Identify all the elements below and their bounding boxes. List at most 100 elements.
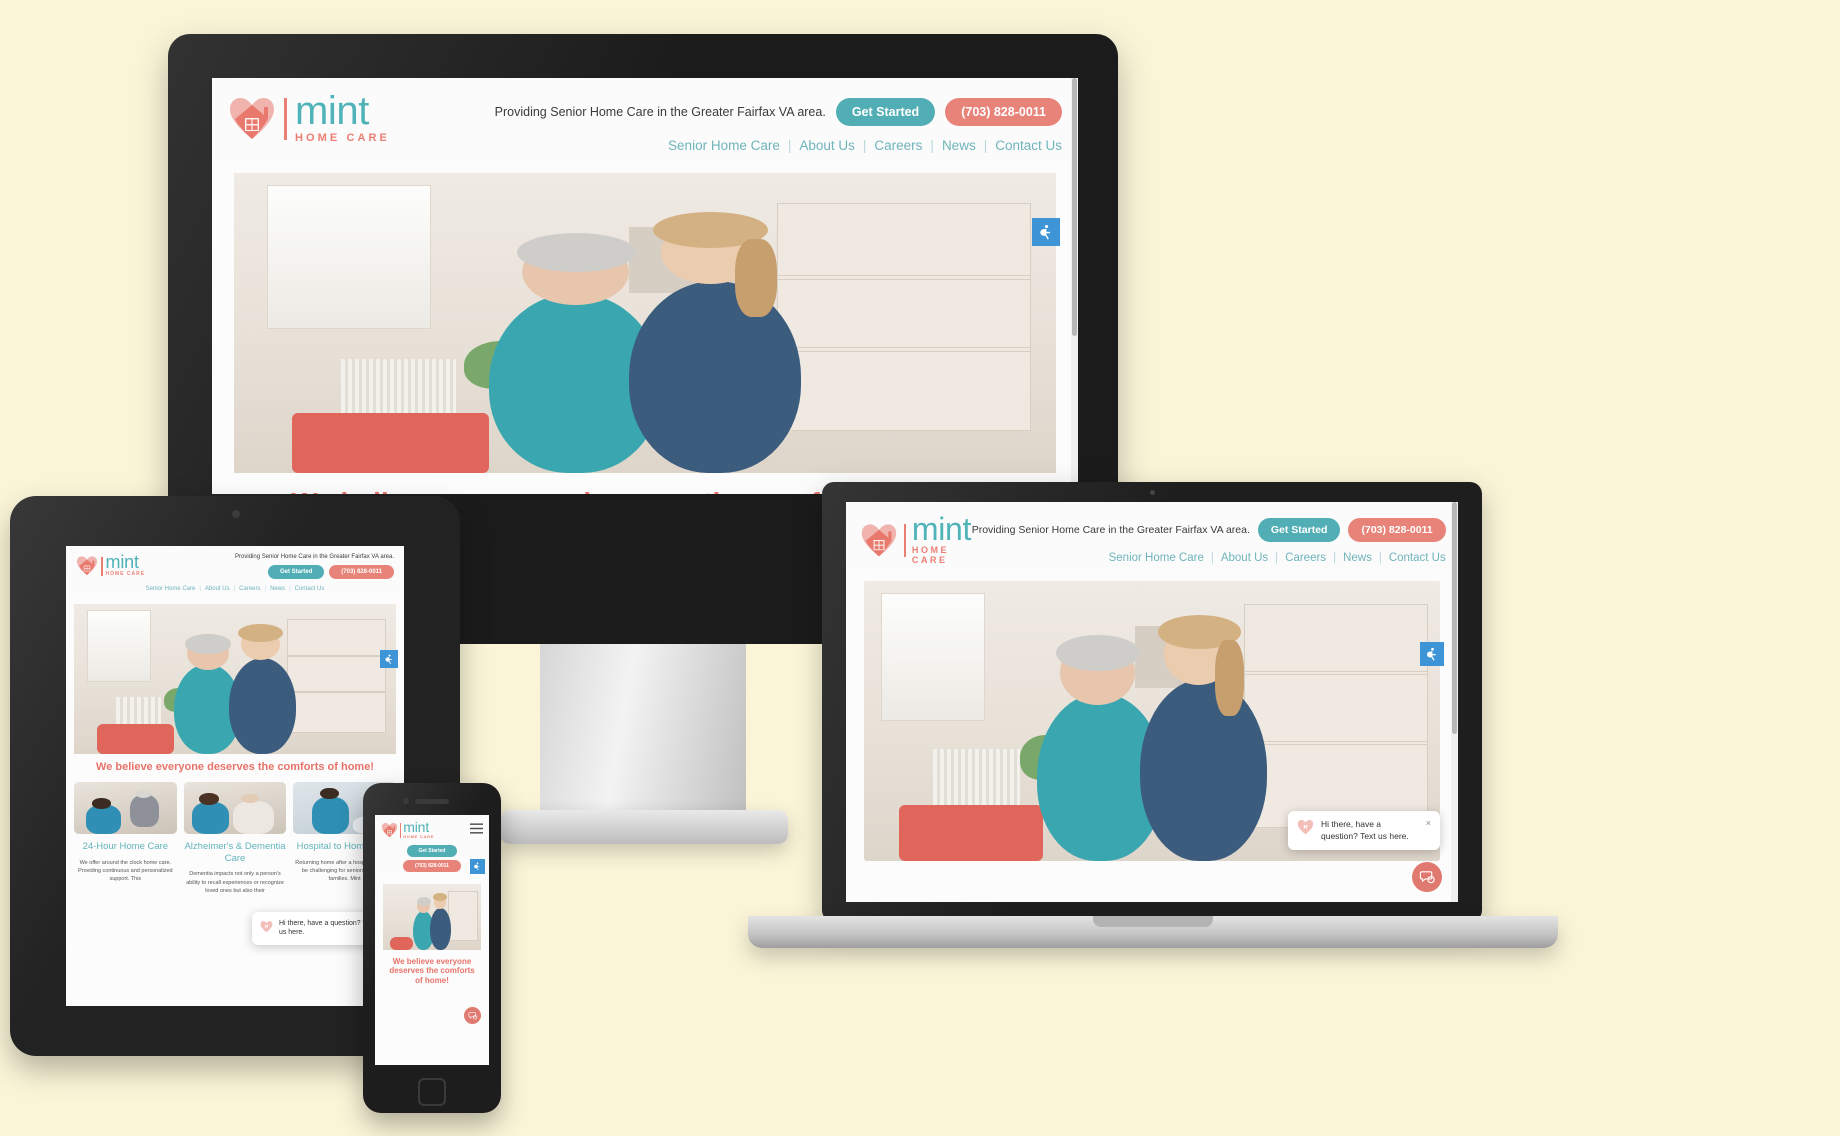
- monitor-base: [500, 810, 788, 844]
- chat-bubble-icon: [1419, 870, 1435, 883]
- get-started-button[interactable]: Get Started: [267, 565, 325, 579]
- service-card-title: Alzheimer's & Dementia Care: [184, 840, 286, 864]
- hamburger-menu-icon[interactable]: [470, 821, 483, 839]
- close-icon[interactable]: ×: [1426, 819, 1431, 828]
- nav-item-senior-home-care[interactable]: Senior Home Care: [146, 586, 196, 592]
- logo-laptop[interactable]: mint HOME CARE: [860, 511, 972, 566]
- site-header-tablet: mint HOME CARE Providing Senior Home Car…: [66, 546, 404, 598]
- get-started-button[interactable]: Get Started: [835, 98, 936, 126]
- nav-item-senior-home-care[interactable]: Senior Home Care: [1109, 552, 1204, 564]
- accessibility-button-laptop[interactable]: [1420, 642, 1444, 666]
- site-header-laptop: mint HOME CARE Providing Senior Home Car…: [846, 502, 1458, 572]
- nav-item-careers[interactable]: Careers: [874, 138, 922, 153]
- chat-bubble-laptop[interactable]: Hi there, have a question? Text us here.…: [1288, 811, 1440, 850]
- nav-item-news[interactable]: News: [942, 138, 976, 153]
- nav-separator: |: [264, 586, 267, 592]
- main-nav-desktop: Senior Home Care | About Us | Careers | …: [668, 138, 1062, 153]
- logo-subword: HOME CARE: [295, 132, 390, 144]
- service-card-body: Dementia impacts not only a person's abi…: [186, 871, 284, 894]
- main-nav-laptop: Senior Home Care | About Us | Careers | …: [1109, 552, 1446, 564]
- nav-separator: |: [199, 586, 201, 592]
- nav-item-contact-us[interactable]: Contact Us: [295, 586, 325, 592]
- nav-separator: |: [930, 138, 934, 153]
- logo-divider: [904, 524, 906, 558]
- accessibility-button-phone[interactable]: [470, 859, 485, 874]
- hero-image-phone: [383, 884, 481, 951]
- heart-house-logo-icon: [228, 95, 276, 141]
- nav-separator: |: [289, 586, 291, 592]
- tablet-camera-icon: [232, 510, 240, 518]
- accessibility-button-tablet[interactable]: [380, 650, 398, 668]
- nav-item-news[interactable]: News: [1343, 552, 1372, 564]
- device-laptop: mint HOME CARE Providing Senior Home Car…: [822, 482, 1482, 922]
- wheelchair-accessibility-icon: [384, 654, 392, 664]
- scrollbar-laptop[interactable]: [1451, 502, 1458, 902]
- logo-wordmark: mint HOME CARE: [403, 820, 434, 839]
- nav-item-careers[interactable]: Careers: [1285, 552, 1326, 564]
- site-laptop: mint HOME CARE Providing Senior Home Car…: [846, 502, 1458, 902]
- service-card-body: We offer around the clock home care. Pro…: [78, 859, 173, 883]
- heart-house-logo-icon: [381, 822, 398, 838]
- nav-item-senior-home-care[interactable]: Senior Home Care: [668, 138, 780, 153]
- wheelchair-accessibility-icon: [1426, 647, 1436, 661]
- nav-item-about-us[interactable]: About Us: [1221, 552, 1268, 564]
- monitor-screen: mint HOME CARE Providing Senior Home Car…: [212, 78, 1078, 494]
- chat-launcher-laptop[interactable]: [1412, 862, 1442, 892]
- chat-bubble-message: Hi there, have a question? Text us here.: [1321, 819, 1409, 841]
- hero-headline-phone: We believe everyone deserves the comfort…: [389, 957, 475, 985]
- heart-icon: [260, 921, 273, 933]
- phone-home-button[interactable]: [418, 1078, 446, 1106]
- heart-house-logo-icon: [76, 555, 98, 576]
- logo-word: mint: [295, 89, 369, 133]
- heart-house-logo-icon: [860, 522, 898, 558]
- wheelchair-accessibility-icon: [474, 862, 480, 871]
- logo-word: mint: [911, 511, 972, 547]
- chat-launcher-phone[interactable]: [464, 1007, 481, 1024]
- phone-button[interactable]: (703) 828-0011: [403, 860, 461, 873]
- logo-divider: [400, 822, 402, 838]
- phone-button[interactable]: (703) 828-0011: [329, 565, 394, 579]
- nav-separator: |: [983, 138, 988, 153]
- logo-wordmark: mint HOME CARE: [911, 511, 972, 566]
- device-desktop-monitor: mint HOME CARE Providing Senior Home Car…: [168, 34, 1118, 504]
- logo-desktop[interactable]: mint HOME CARE: [228, 89, 390, 144]
- nav-item-contact-us[interactable]: Contact Us: [995, 138, 1062, 153]
- nav-separator: |: [1275, 552, 1279, 564]
- accessibility-button-desktop[interactable]: [1032, 218, 1060, 246]
- phone-button[interactable]: (703) 828-0011: [945, 98, 1062, 126]
- logo-divider: [101, 556, 103, 576]
- hero-headline-tablet: We believe everyone deserves the comfort…: [96, 761, 374, 773]
- laptop-camera-icon: [1150, 490, 1155, 495]
- nav-separator: |: [1210, 552, 1214, 564]
- phone-button[interactable]: (703) 828-0011: [1348, 518, 1446, 542]
- get-started-button[interactable]: Get Started: [406, 845, 458, 858]
- get-started-button[interactable]: Get Started: [1257, 518, 1341, 542]
- logo-wordmark: mint HOME CARE: [105, 552, 146, 577]
- logo-word: mint: [105, 552, 139, 572]
- nav-item-contact-us[interactable]: Contact Us: [1389, 552, 1446, 564]
- logo-tablet[interactable]: mint HOME CARE: [76, 552, 146, 577]
- site-header-desktop: mint HOME CARE Providing Senior Home Car…: [212, 78, 1078, 161]
- service-card[interactable]: Alzheimer's & Dementia Care Dementia imp…: [183, 781, 287, 896]
- logo-phone[interactable]: mint HOME CARE: [381, 820, 434, 839]
- nav-item-about-us[interactable]: About Us: [205, 586, 230, 592]
- nav-item-about-us[interactable]: About Us: [799, 138, 855, 153]
- logo-divider: [284, 98, 287, 140]
- phone-camera-icon: [403, 798, 409, 804]
- service-card[interactable]: 24-Hour Home Care We offer around the cl…: [74, 781, 177, 896]
- laptop-trackpad-notch: [1093, 916, 1213, 927]
- logo-wordmark: mint HOME CARE: [295, 89, 390, 144]
- monitor-stand: [540, 644, 746, 834]
- chat-bubble-icon: [468, 1011, 477, 1019]
- nav-item-careers[interactable]: Careers: [239, 586, 260, 592]
- mockup-stage: mint HOME CARE Providing Senior Home Car…: [0, 0, 1840, 1136]
- nav-separator: |: [233, 586, 236, 592]
- scrollbar-desktop[interactable]: [1071, 78, 1078, 494]
- services-row-tablet: 24-Hour Home Care We offer around the cl…: [66, 774, 404, 896]
- main-nav-tablet: Senior Home Care | About Us | Careers | …: [76, 586, 394, 592]
- nav-separator: |: [862, 138, 867, 153]
- nav-item-news[interactable]: News: [270, 586, 285, 592]
- logo-subword: HOME CARE: [911, 545, 950, 566]
- nav-separator: |: [787, 138, 792, 153]
- nav-separator: |: [1333, 552, 1337, 564]
